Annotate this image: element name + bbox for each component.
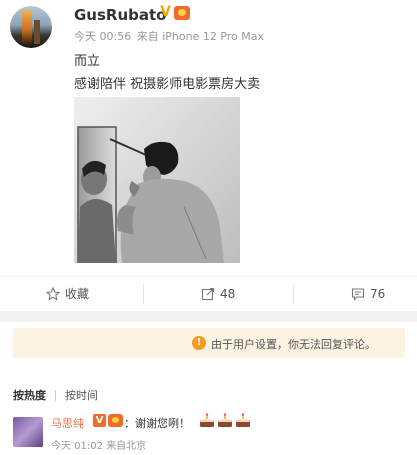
comment-sort-bar: 按热度 按时间 bbox=[13, 387, 98, 403]
post-time: 今天 00:56 bbox=[74, 30, 132, 43]
post-text-line-1: 而立 bbox=[74, 54, 101, 69]
reply-restriction-notice: ! 由于用户设置，你无法回复评论。 bbox=[13, 328, 405, 358]
warning-icon: ! bbox=[192, 336, 206, 350]
commenter-verified-icon: V bbox=[93, 414, 106, 427]
sort-separator bbox=[55, 389, 56, 401]
commenter-avatar[interactable] bbox=[13, 417, 43, 447]
user-avatar[interactable] bbox=[10, 6, 52, 48]
action-separator bbox=[143, 284, 144, 304]
comment-icon bbox=[351, 288, 365, 301]
post-photo[interactable] bbox=[74, 97, 240, 263]
repost-count: 48 bbox=[220, 287, 236, 301]
avatar-tower-shape-2 bbox=[34, 20, 40, 44]
favorite-label: 收藏 bbox=[65, 287, 90, 301]
post-source: 来自 iPhone 12 Pro Max bbox=[136, 30, 265, 43]
sort-by-hot-tab[interactable]: 按热度 bbox=[13, 387, 46, 403]
notice-text: 由于用户设置，你无法回复评论。 bbox=[211, 338, 376, 351]
avatar-tower-shape bbox=[22, 10, 32, 44]
section-gap bbox=[0, 311, 417, 322]
commenter-name[interactable]: 马思纯 bbox=[51, 415, 84, 431]
post-username[interactable]: GusRubato bbox=[74, 6, 166, 24]
comment-time: 今天 01:02 来自北京 bbox=[51, 441, 147, 452]
weibo-post: GusRubato V 今天 00:56 来自 iPhone 12 Pro Ma… bbox=[0, 0, 417, 276]
cake-emoji-icon bbox=[236, 413, 250, 427]
comment-count: 76 bbox=[370, 287, 386, 301]
repost-icon bbox=[201, 287, 215, 301]
post-meta: 今天 00:56 来自 iPhone 12 Pro Max bbox=[74, 28, 266, 44]
member-level-icon bbox=[174, 6, 190, 20]
cake-emoji-icon bbox=[218, 413, 232, 427]
comment-text: ：谢谢您咧！ bbox=[124, 417, 190, 430]
commenter-member-icon bbox=[108, 414, 123, 427]
post-text-line-2: 感谢陪伴 祝摄影师电影票房大卖 bbox=[74, 77, 261, 92]
favorite-button[interactable]: 收藏 bbox=[46, 277, 89, 311]
action-separator bbox=[293, 284, 294, 304]
sort-by-time-tab[interactable]: 按时间 bbox=[65, 387, 98, 403]
star-icon bbox=[46, 287, 60, 301]
post-photo-graphic bbox=[74, 97, 240, 263]
post-action-bar: 收藏 48 76 bbox=[0, 277, 417, 311]
cake-emoji-icon bbox=[200, 413, 214, 427]
repost-button[interactable]: 48 bbox=[201, 277, 235, 311]
comment-button[interactable]: 76 bbox=[351, 277, 385, 311]
verified-badge-icon: V bbox=[160, 4, 171, 20]
